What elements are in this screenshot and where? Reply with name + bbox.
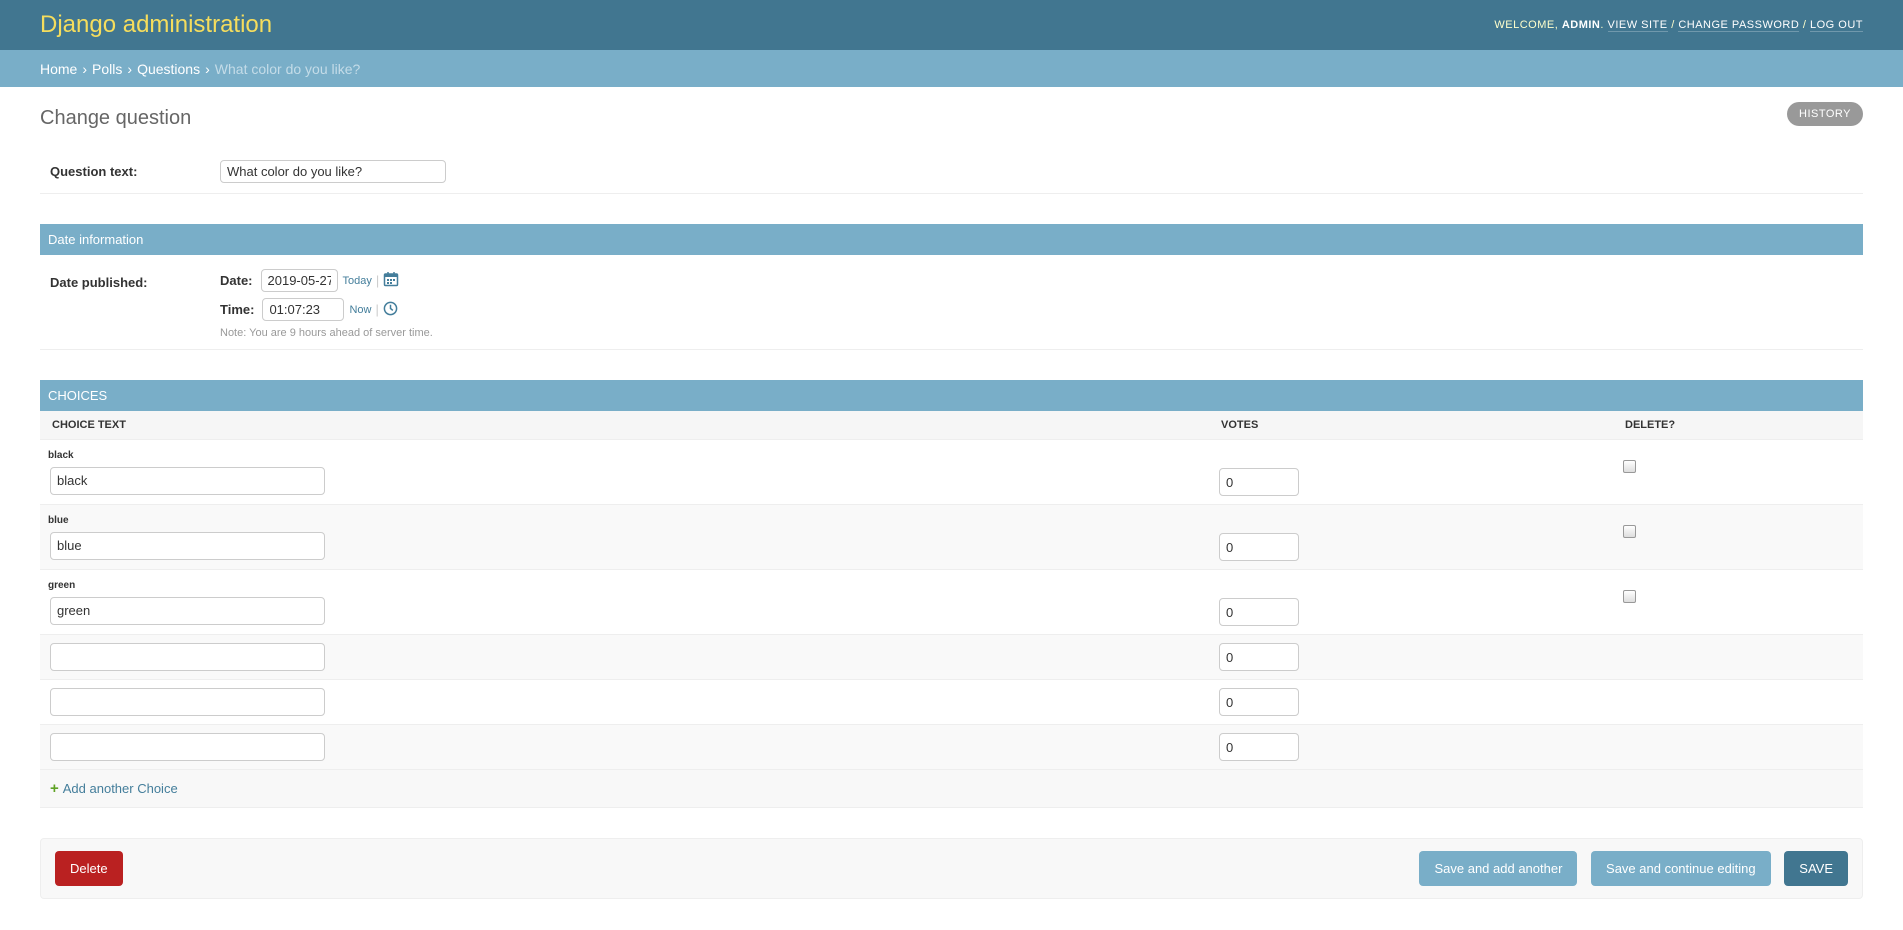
time-label: Time: [220, 302, 255, 317]
choices-heading: CHOICES [40, 380, 1863, 411]
votes-input[interactable] [1219, 598, 1299, 626]
divider: | [375, 273, 380, 288]
breadcrumb-questions[interactable]: Questions [137, 61, 200, 77]
column-header-choice-text: CHOICE TEXT [40, 411, 1209, 440]
question-text-row: Question text: [40, 150, 1863, 194]
view-site-link[interactable]: VIEW SITE [1607, 19, 1668, 32]
choice-text-input[interactable] [50, 596, 325, 625]
calendar-icon[interactable] [383, 271, 399, 290]
add-row: + Add another Choice [40, 769, 1863, 808]
date-line: Date: Today | [220, 269, 433, 292]
votes-input[interactable] [1219, 533, 1299, 561]
votes-input[interactable] [1219, 643, 1299, 671]
breadcrumb: Home › Polls › Questions › What color do… [0, 50, 1903, 87]
add-another-choice-label: Add another Choice [62, 781, 178, 796]
now-link[interactable]: Now [349, 304, 371, 316]
time-input[interactable] [262, 298, 345, 321]
choice-text-input[interactable] [50, 531, 325, 560]
question-text-label: Question text: [50, 164, 138, 179]
column-header-delete: DELETE? [1613, 411, 1863, 440]
choice-text-input[interactable] [50, 733, 325, 761]
submit-row: Delete Save and add another Save and con… [40, 838, 1863, 899]
change-password-link[interactable]: CHANGE PASSWORD [1678, 19, 1800, 32]
original-label: black [48, 449, 74, 461]
divider: | [375, 302, 379, 317]
choices-table: CHOICE TEXT VOTES DELETE? black blue [40, 411, 1863, 808]
table-row [40, 724, 1863, 770]
content: Change question HISTORY Question text: D… [0, 87, 1903, 899]
original-label: blue [48, 514, 69, 526]
save-and-add-another-button[interactable]: Save and add another [1419, 851, 1578, 886]
votes-input[interactable] [1219, 688, 1299, 716]
date-information-heading: Date information [40, 224, 1863, 255]
breadcrumb-polls[interactable]: Polls [92, 61, 122, 77]
breadcrumb-separator: › [205, 60, 210, 77]
separator: / [1671, 19, 1675, 31]
user-tools: WELCOME, ADMIN. VIEW SITE / CHANGE PASSW… [1494, 19, 1863, 32]
choice-text-input[interactable] [50, 643, 325, 671]
today-link[interactable]: Today [343, 275, 372, 287]
delete-checkbox[interactable] [1623, 460, 1636, 473]
breadcrumb-current: What color do you like? [214, 60, 361, 77]
original-label: green [48, 579, 76, 591]
date-input[interactable] [260, 269, 338, 292]
question-fieldset: Question text: [40, 150, 1863, 194]
delete-checkbox[interactable] [1623, 525, 1636, 538]
timezone-note: Note: You are 9 hours ahead of server ti… [220, 327, 433, 339]
save-and-continue-editing-button[interactable]: Save and continue editing [1591, 851, 1771, 886]
welcome-text: WELCOME, [1494, 19, 1562, 31]
log-out-link[interactable]: LOG OUT [1809, 19, 1863, 32]
breadcrumb-separator: › [127, 60, 133, 77]
header: Django administration WELCOME, ADMIN. VI… [0, 0, 1903, 50]
date-published-label: Date published: [50, 275, 148, 290]
add-another-choice-link[interactable]: + Add another Choice [50, 780, 178, 797]
table-row: green [40, 569, 1863, 635]
table-row [40, 634, 1863, 680]
delete-button[interactable]: Delete [55, 851, 123, 886]
separator: . [1600, 19, 1604, 31]
site-title-link[interactable]: Django administration [40, 11, 272, 38]
history-button[interactable]: HISTORY [1787, 102, 1863, 126]
breadcrumb-home[interactable]: Home [40, 61, 77, 77]
choice-text-input[interactable] [50, 466, 325, 495]
separator: / [1802, 19, 1807, 31]
username: ADMIN [1561, 19, 1601, 31]
delete-checkbox[interactable] [1623, 590, 1636, 603]
votes-input[interactable] [1219, 468, 1299, 496]
table-row: blue [40, 504, 1863, 570]
date-label: Date: [220, 273, 253, 288]
table-row [40, 679, 1863, 725]
date-information-fieldset: Date information Date published: Date: T… [40, 194, 1863, 350]
branding: Django administration [40, 11, 272, 39]
page-title: Change question [40, 107, 192, 129]
save-button[interactable]: SAVE [1784, 851, 1848, 886]
choices-inline: CHOICES CHOICE TEXT VOTES DELETE? black [40, 350, 1863, 808]
table-row: black [40, 439, 1863, 505]
date-published-row: Date published: Date: Today | Time: Now … [40, 255, 1863, 350]
clock-icon[interactable] [383, 301, 398, 319]
votes-input[interactable] [1219, 733, 1299, 761]
question-text-input[interactable] [220, 160, 446, 183]
plus-icon: + [50, 780, 59, 797]
column-header-votes: VOTES [1209, 411, 1613, 440]
breadcrumb-separator: › [82, 60, 88, 77]
choice-text-input[interactable] [50, 688, 325, 716]
time-line: Time: Now | [220, 298, 433, 321]
